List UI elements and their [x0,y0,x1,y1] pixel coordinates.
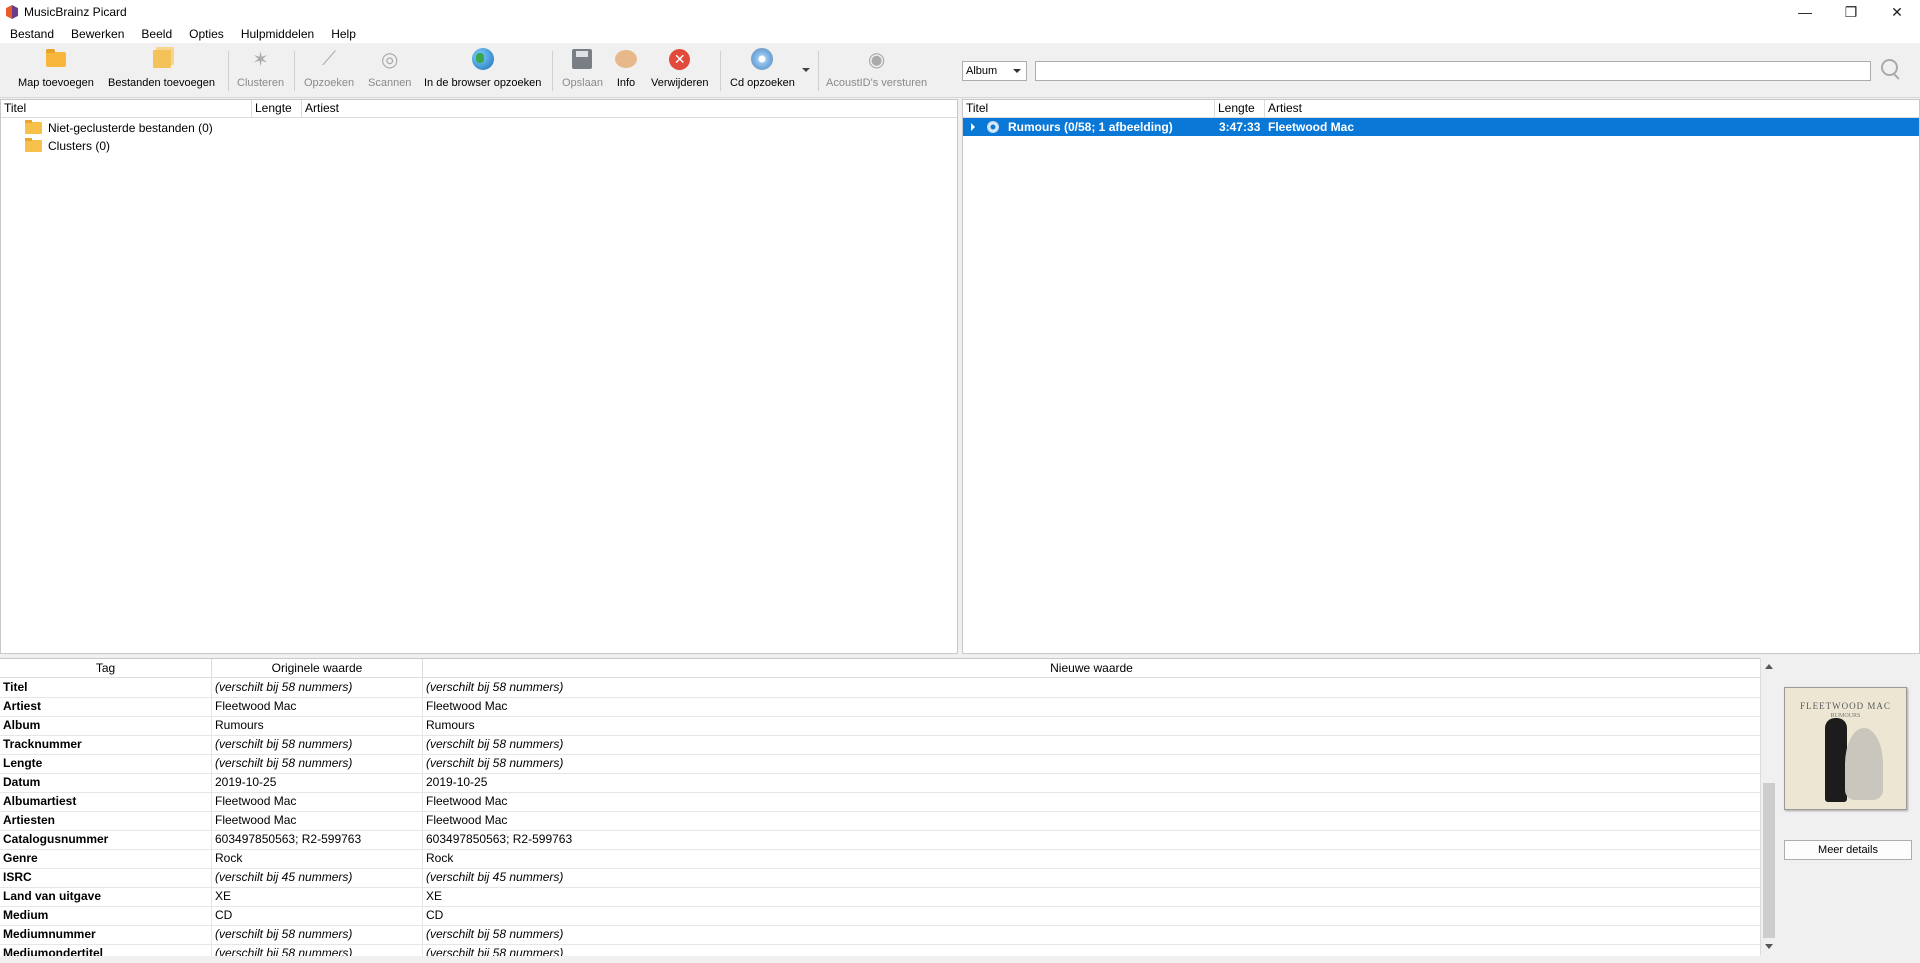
left-column-title[interactable]: Titel [1,100,252,117]
table-row[interactable]: Mediumondertitel (verschilt bij 58 nummer… [0,944,1760,956]
albums-pane: Titel Lengte Artiest Rumours (0/58; 1 af… [962,99,1920,654]
search-type-select[interactable]: Album [962,61,1027,81]
table-row[interactable]: ISRC (verschilt bij 45 nummers) (verschilt… [0,868,1760,888]
minimize-button[interactable]: — [1782,0,1828,24]
toolbar-separator [228,51,229,91]
menu-opties[interactable]: Opties [179,27,231,41]
right-column-length[interactable]: Lengte [1215,100,1265,117]
right-column-title[interactable]: Titel [963,100,1215,117]
menu-bewerken[interactable]: Bewerken [61,27,131,41]
add-folder-button[interactable]: Map toevoegen [18,46,94,94]
close-button[interactable]: ✕ [1874,0,1920,24]
menu-beeld[interactable]: Beeld [131,27,179,41]
table-row[interactable]: Lengte (verschilt bij 58 nummers) (verschi… [0,754,1760,774]
more-details-button[interactable]: Meer details [1784,840,1912,860]
browser-lookup-button[interactable]: In de browser opzoeken [424,46,541,94]
album-title: Rumours (0/58; 1 afbeelding) [1008,120,1173,134]
scroll-up-icon[interactable] [1765,664,1773,669]
menu-help[interactable]: Help [321,27,363,41]
search-button[interactable] [1880,58,1902,80]
column-tag[interactable]: Tag [0,659,212,677]
info-button[interactable]: Info [615,46,637,94]
column-original-value[interactable]: Originele waarde [212,659,423,677]
menu-bestand[interactable]: Bestand [0,27,61,41]
toolbar-separator [818,51,819,91]
globe-icon [471,48,494,70]
chevron-down-icon [1013,69,1021,73]
status-bar [0,956,1920,963]
cd-lookup-button[interactable]: Cd opzoeken [730,46,795,94]
add-files-button[interactable]: Bestanden toevoegen [108,46,215,94]
cluster-icon: ✶ [252,48,269,71]
album-artist: Fleetwood Mac [1268,120,1355,134]
metadata-scrollbar[interactable] [1760,658,1778,955]
save-button[interactable]: Opslaan [562,46,603,94]
files-icon [152,50,171,68]
table-row[interactable]: Artiesten Fleetwood Mac Fleetwood Mac [0,811,1760,831]
table-row[interactable]: Album Rumours Rumours [0,716,1760,736]
column-new-value[interactable]: Nieuwe waarde [423,659,1760,677]
window-title: MusicBrainz Picard [24,5,127,19]
table-row[interactable]: Land van uitgave XE XE [0,887,1760,907]
table-row[interactable]: Titel (verschilt bij 58 nummers) (verschil… [0,678,1760,698]
table-row[interactable]: Tracknummer (verschilt bij 58 nummers) (ve… [0,735,1760,755]
title-bar: MusicBrainz Picard — ❐ ✕ [0,0,1920,24]
table-row[interactable]: Medium CD CD [0,906,1760,926]
table-row[interactable]: Albumartiest Fleetwood Mac Fleetwood Mac [0,792,1760,812]
maximize-button[interactable]: ❐ [1828,0,1874,24]
toolbar-separator [294,51,295,91]
right-column-artist[interactable]: Artiest [1265,100,1919,117]
clusters-item[interactable]: Clusters (0) [25,137,110,155]
folder-icon [25,138,42,152]
fingerprint-icon: ◎ [380,48,399,71]
unclustered-files-item[interactable]: Niet-geclusterde bestanden (0) [25,119,213,137]
folder-icon [25,120,42,134]
picard-logo-icon [6,5,18,19]
toolbar-separator [720,51,721,91]
cluster-button[interactable]: ✶ Clusteren [237,46,284,94]
album-icon [987,121,999,133]
table-row[interactable]: Mediumnummer (verschilt bij 58 nummers) (v… [0,925,1760,945]
table-row[interactable]: Catalogusnummer 603497850563; R2-599763 60… [0,830,1760,850]
menu-bar: Bestand Bewerken Beeld Opties Hulpmiddel… [0,24,1920,43]
cd-lookup-dropdown-arrow-icon[interactable] [802,68,810,72]
album-length: 3:47:33 [1219,120,1261,134]
remove-icon: ✕ [669,48,691,70]
album-row-selected[interactable]: Rumours (0/58; 1 afbeelding) 3:47:33 Fle… [963,118,1919,136]
submit-acoustid-button[interactable]: ◉ AcoustID's versturen [826,46,927,94]
scroll-down-icon[interactable] [1765,944,1773,949]
search-input[interactable] [1035,61,1871,81]
scan-button[interactable]: ◎ Scannen [368,46,411,94]
left-column-length[interactable]: Lengte [252,100,302,117]
cd-icon [751,48,774,70]
metadata-table: Tag Originele waarde Nieuwe waarde Titel… [0,658,1760,956]
toolbar-separator [552,51,553,91]
scrollbar-thumb[interactable] [1763,783,1775,938]
unmatched-files-pane: Titel Lengte Artiest Niet-geclusterde be… [0,99,958,654]
save-icon [572,49,593,69]
remove-button[interactable]: ✕ Verwijderen [651,46,708,94]
left-column-artist[interactable]: Artiest [302,100,957,117]
info-icon [615,50,637,68]
table-row[interactable]: Artiest Fleetwood Mac Fleetwood Mac [0,697,1760,717]
menu-hulpmiddelen[interactable]: Hulpmiddelen [231,27,321,41]
expand-arrow-icon[interactable] [971,123,975,131]
magic-wand-icon: ⟋ [322,47,337,70]
table-row[interactable]: Datum 2019-10-25 2019-10-25 [0,773,1760,793]
folder-icon [45,48,66,67]
table-row[interactable]: Genre Rock Rock [0,849,1760,869]
acoustid-fingerprint-icon: ◉ [867,48,886,71]
cover-art-image[interactable]: FLEETWOOD MAC RUMOURS [1784,687,1907,810]
lookup-button[interactable]: ⟋ Opzoeken [304,46,354,94]
